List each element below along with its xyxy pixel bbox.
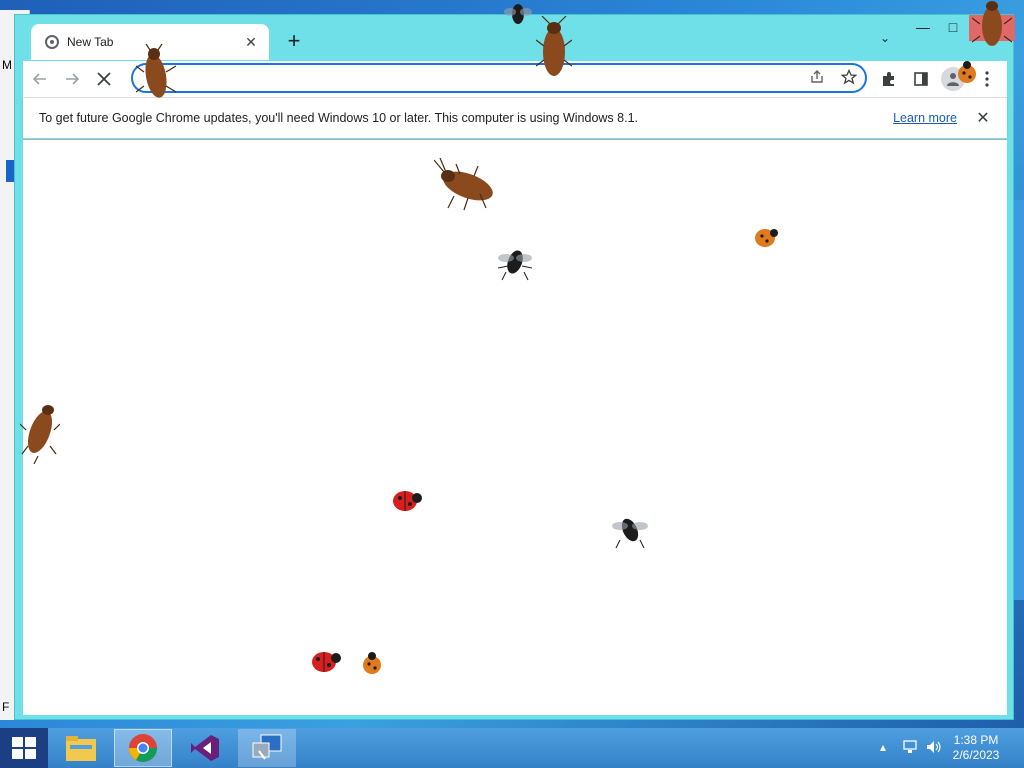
folder-icon [66,736,96,761]
infobar-close-icon[interactable]: ✕ [975,108,991,128]
ladybug-icon [363,652,381,674]
taskbar-file-explorer[interactable] [52,729,110,767]
page-content [23,140,1007,715]
learn-more-link[interactable]: Learn more [893,111,957,125]
tab-search-button[interactable]: ⌄ [875,31,895,51]
chevron-up-icon[interactable]: ▴ [880,740,886,754]
ladybug-icon [958,61,976,83]
cockroach-icon [434,158,493,211]
taskbar-visual-studio[interactable] [176,729,234,767]
cockroach-icon [536,16,572,76]
chrome-logo-icon [129,734,157,762]
system-tray: ▴ 1:38 PM 2/6/2023 [864,728,1024,768]
background-window-text-bottom: F [2,700,10,714]
forward-button[interactable] [57,64,87,94]
cockroach-icon [136,44,176,98]
chrome-window: New Tab ✕ + ⌄ — □ To get future Google C… [14,14,1015,720]
network-icon[interactable] [902,740,918,757]
taskbar-chrome[interactable] [114,729,172,767]
maximize-button[interactable]: □ [937,15,969,41]
side-panel-glyph [914,72,928,86]
stop-loading-button[interactable] [89,64,119,94]
star-glyph [840,68,858,85]
ladybug-icon [755,229,778,247]
windows-taskbar: ▴ 1:38 PM 2/6/2023 [0,728,1024,768]
fly-icon [504,4,532,24]
start-button[interactable] [0,728,48,768]
background-window-text: M [2,58,12,72]
windows-logo-icon [12,737,36,759]
kebab-glyph [985,71,989,87]
clock-time: 1:38 PM [953,733,999,747]
clock[interactable]: 1:38 PM 2/6/2023 [946,733,1006,763]
address-input[interactable] [147,70,787,88]
puzzle-glyph [883,72,894,86]
arrow-left-icon [32,73,46,85]
chrome-favicon-icon [45,35,59,49]
clock-date: 2/6/2023 [952,748,1000,762]
fly-icon [498,250,532,281]
side-panel-icon[interactable] [909,67,933,91]
fly-icon [612,518,648,549]
extensions-icon[interactable] [877,67,901,91]
arrow-right-icon [66,73,80,85]
ladybug-icon [393,491,422,511]
back-button[interactable] [25,64,55,94]
share-glyph [811,70,823,83]
minimize-button[interactable]: — [907,15,939,41]
cockroach-icon [20,405,60,464]
infobar-message: To get future Google Chrome updates, you… [39,111,638,125]
network-glyph [903,740,917,753]
speaker-glyph [927,741,941,753]
stop-icon [97,72,111,86]
cockroach-icon [972,1,1012,46]
volume-icon[interactable] [926,740,942,757]
share-icon[interactable] [807,69,827,89]
remote-desktop-icon [252,734,282,760]
address-bar[interactable] [131,63,867,93]
visual-studio-icon [191,735,219,761]
taskbar-remote-desktop[interactable] [238,729,296,767]
new-tab-button[interactable]: + [281,29,307,55]
tab-close-icon[interactable]: ✕ [243,34,259,51]
ladybug-icon [312,652,341,672]
bookmark-star-icon[interactable] [839,68,859,89]
